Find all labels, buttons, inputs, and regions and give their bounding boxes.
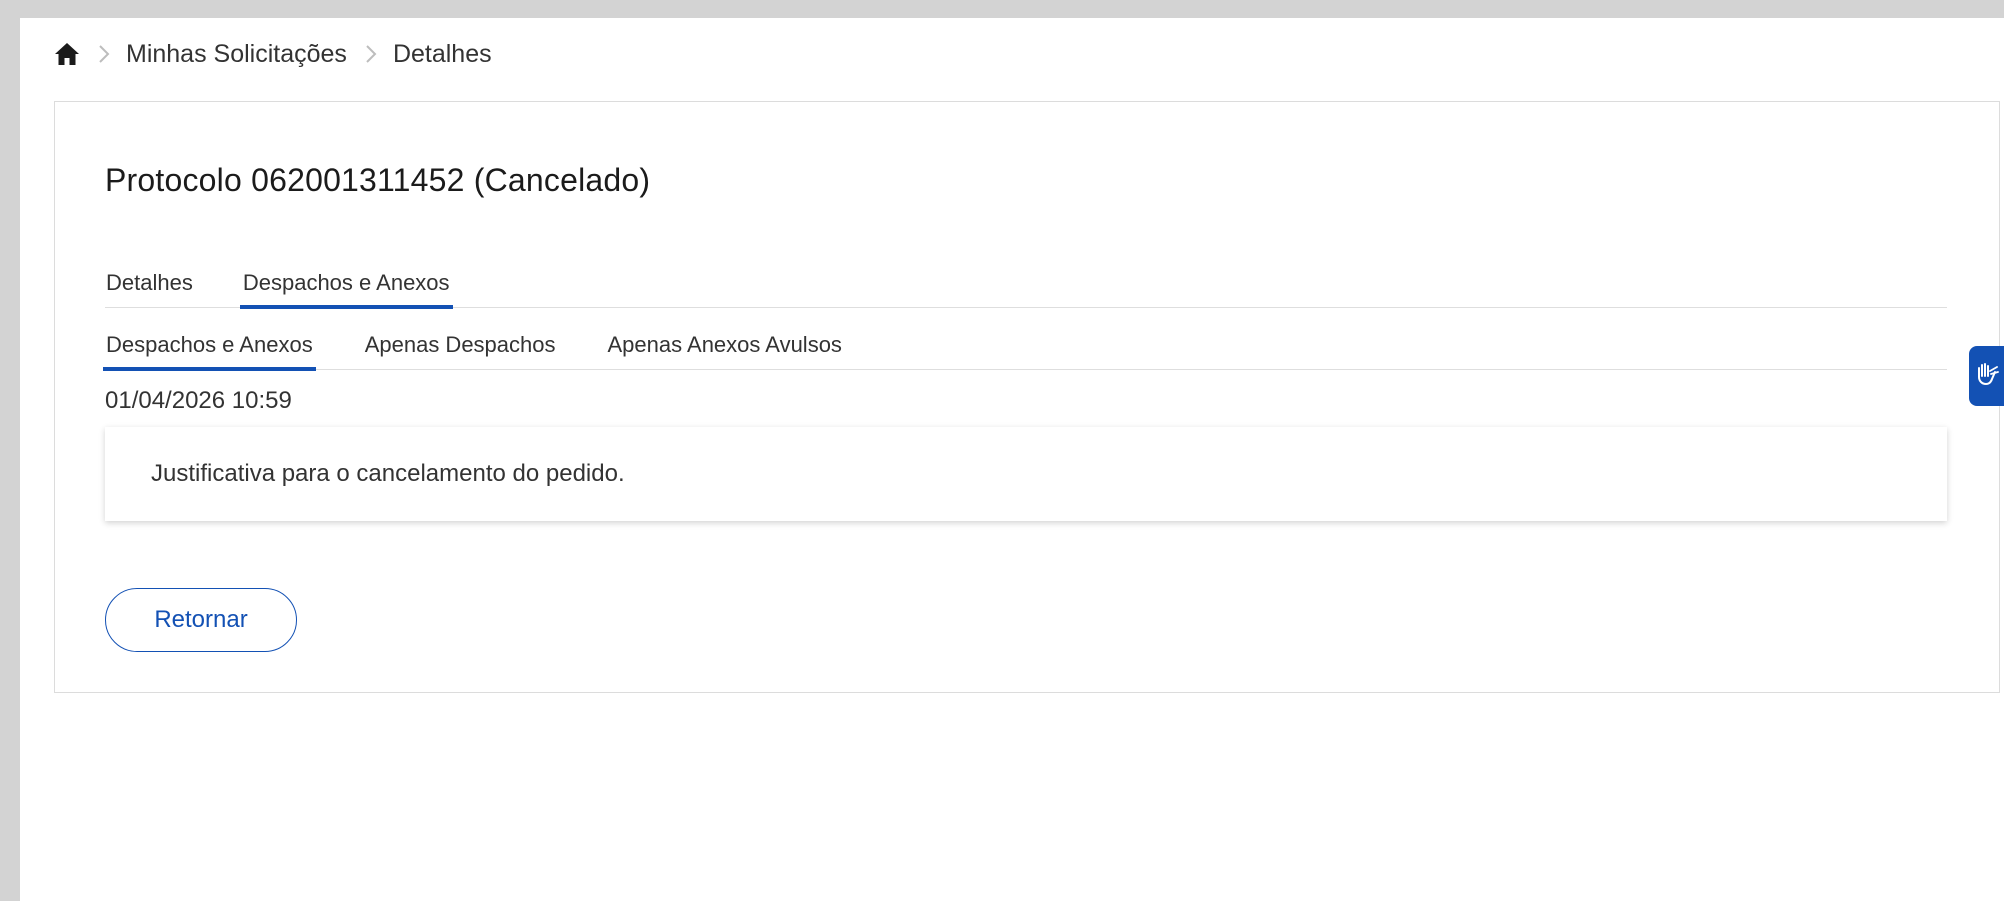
breadcrumb-item-detalhes: Detalhes — [392, 39, 492, 68]
page-title: Protocolo 062001311452 (Cancelado) — [105, 162, 651, 198]
tab-detalhes[interactable]: Detalhes — [105, 258, 194, 307]
main-tabs: Detalhes Despachos e Anexos — [105, 258, 1947, 309]
hands-sign-language-icon — [1975, 361, 1999, 392]
tab-despachos-e-anexos[interactable]: Despachos e Anexos — [239, 258, 453, 309]
dispatch-date: 01/04/2026 10:59 — [105, 387, 292, 414]
dispatch-text: Justificativa para o cancelamento do ped… — [151, 460, 625, 487]
subtab-apenas-despachos[interactable]: Apenas Despachos — [364, 320, 557, 369]
subtab-despachos-e-anexos[interactable]: Despachos e Anexos — [103, 320, 316, 371]
page: Minhas Solicitações Detalhes Protocolo 0… — [20, 18, 2004, 901]
return-button[interactable]: Retornar — [105, 588, 297, 652]
dispatch-item: Justificativa para o cancelamento do ped… — [105, 427, 1947, 521]
chevron-right-icon — [365, 44, 377, 64]
protocol-card: Protocolo 062001311452 (Cancelado) Detal… — [54, 101, 2000, 693]
chevron-right-icon — [98, 44, 110, 64]
breadcrumb-item-minhas-solicitacoes[interactable]: Minhas Solicitações — [126, 40, 347, 69]
accessibility-widget[interactable] — [1969, 346, 2004, 406]
home-icon[interactable] — [52, 39, 82, 69]
sub-tabs: Despachos e Anexos Apenas Despachos Apen… — [103, 320, 1947, 371]
breadcrumb: Minhas Solicitações Detalhes — [52, 36, 492, 72]
subtab-apenas-anexos-avulsos[interactable]: Apenas Anexos Avulsos — [607, 320, 843, 369]
